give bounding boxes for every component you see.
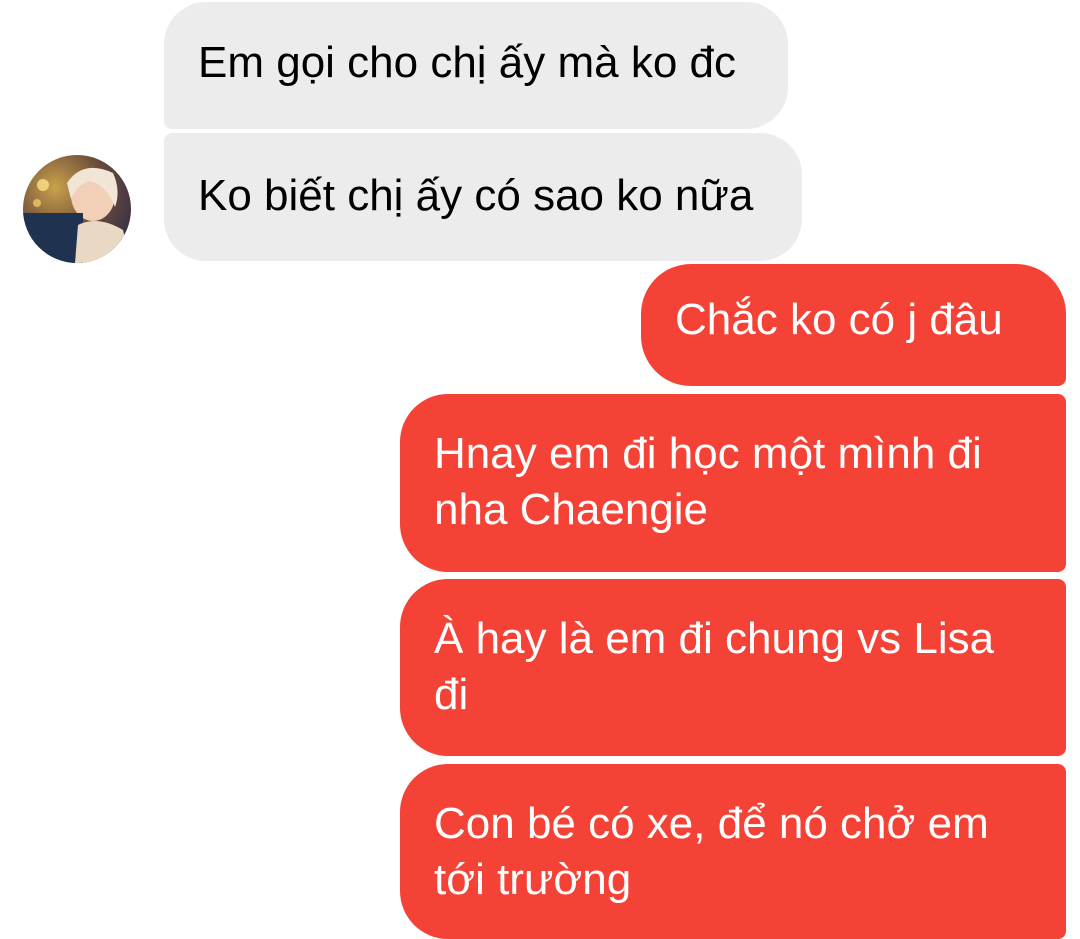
chat-thread: Em gọi cho chị ấy mà ko đc Ko biết chị ấ… [0,0,1080,939]
outgoing-message-bubble[interactable]: À hay là em đi chung vs Lisa đi [400,579,1066,756]
message-text: Em gọi cho chị ấy mà ko đc [198,38,737,87]
message-text: Hnay em đi học một mình đi nha Chaengie [434,429,982,534]
outgoing-message-bubble[interactable]: Hnay em đi học một mình đi nha Chaengie [400,394,1066,572]
contact-avatar-photo-icon [23,155,131,263]
incoming-message-bubble[interactable]: Ko biết chị ấy có sao ko nữa [164,133,802,261]
message-text: Chắc ko có j đâu [675,295,1003,344]
message-text: À hay là em đi chung vs Lisa đi [434,614,995,719]
outgoing-message-bubble[interactable]: Chắc ko có j đâu [641,264,1066,386]
outgoing-message-bubble[interactable]: Con bé có xe, để nó chở em tới trường [400,764,1066,939]
message-text: Con bé có xe, để nó chở em tới trường [434,799,989,904]
incoming-message-bubble[interactable]: Em gọi cho chị ấy mà ko đc [164,2,788,129]
contact-avatar[interactable] [23,155,131,263]
message-text: Ko biết chị ấy có sao ko nữa [198,171,754,220]
